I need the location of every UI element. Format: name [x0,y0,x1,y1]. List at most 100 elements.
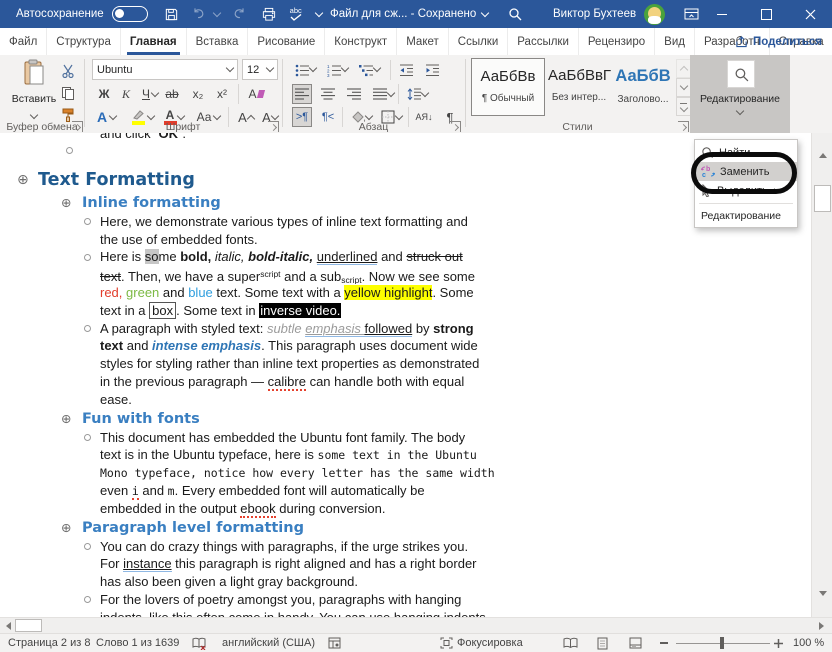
doc-line[interactable]: For the lovers of poetry amongst you, pa… [0,591,508,609]
doc-line[interactable]: indents, like this often come in handy. … [0,609,508,617]
scroll-right-button[interactable] [812,618,830,633]
doc-line[interactable]: ease. [0,391,508,409]
numbered-list-button[interactable]: 123 [324,60,344,80]
italic-button[interactable]: К [116,84,136,104]
subscript-button[interactable]: x₂ [188,84,208,104]
horizontal-scroll-thumb[interactable] [15,619,42,632]
styles-scroll-up-button[interactable] [676,59,691,78]
doc-line[interactable]: red, green and blue text. Some text with… [0,284,508,302]
paste-button[interactable]: Вставить [8,59,60,123]
align-right-button[interactable] [344,84,364,104]
vertical-scrollbar[interactable] [811,133,832,617]
multilevel-list-button[interactable] [356,60,376,80]
undo-icon[interactable] [191,7,206,21]
doc-line[interactable]: and click “OK”. [0,133,508,143]
print-layout-button[interactable] [597,634,608,652]
quick-access-more-icon[interactable] [315,8,323,16]
ribbon-display-options-icon[interactable] [684,8,699,20]
zoom-level[interactable]: 100 % [793,634,824,652]
horizontal-scrollbar[interactable] [0,617,832,633]
save-icon[interactable] [164,7,179,22]
ribbon-tab[interactable]: Конструкт [325,28,397,55]
undo-dropdown-icon[interactable] [212,8,220,16]
ribbon-tab[interactable]: Главная [121,28,187,55]
clear-formatting-button[interactable]: А [246,84,266,104]
doc-line[interactable]: text. Then, we have a superscript and a … [0,266,508,284]
document-page[interactable]: and click “OK”. Text FormattingInline for… [0,133,508,617]
align-center-button[interactable] [318,84,338,104]
superscript-button[interactable]: x² [212,84,232,104]
minimize-button[interactable] [700,0,744,28]
style-card-normal[interactable]: АаБбВв ¶ Обычный [471,58,545,116]
ribbon-tab[interactable]: Рецензиро [579,28,655,55]
doc-line[interactable]: text and intense emphasis. This paragrap… [0,337,508,355]
doc-line[interactable]: Mono typeface, notice how every letter h… [0,464,508,482]
avatar[interactable] [644,4,665,25]
doc-line[interactable]: text in a box. Some text in inverse vide… [0,302,508,320]
macro-record-icon[interactable] [328,634,341,652]
zoom-slider-thumb[interactable] [720,637,724,649]
vertical-scroll-thumb[interactable] [814,185,831,212]
saved-status-dropdown-icon[interactable] [481,8,489,16]
style-card-no-spacing[interactable]: АаБбВвГ Без интер... [548,58,610,116]
doc-line[interactable]: A paragraph with styled text: subtle emp… [0,320,508,338]
cut-button[interactable] [58,61,78,81]
doc-line[interactable]: This document has embedded the Ubuntu fo… [0,429,508,447]
ribbon-tab[interactable]: Вид [655,28,695,55]
scroll-left-button[interactable] [1,618,15,633]
read-mode-button[interactable] [563,634,578,652]
page-indicator[interactable]: Страница 2 из 8 [8,634,90,652]
zoom-in-button[interactable] [774,634,783,652]
ribbon-tab[interactable]: Файл [0,28,47,55]
doc-line[interactable]: Here, we demonstrate various types of in… [0,213,508,231]
maximize-button[interactable] [744,0,788,28]
align-left-button[interactable] [292,84,312,104]
strikethrough-button[interactable]: ab [162,84,182,104]
styles-scroll-down-button[interactable] [676,78,691,97]
ribbon-tab[interactable]: Макет [397,28,449,55]
copy-button[interactable] [58,83,78,103]
doc-line[interactable]: Text Formatting [0,167,508,193]
scroll-down-button[interactable] [814,585,831,601]
share-button[interactable]: Поделиться [735,28,822,55]
zoom-slider[interactable] [676,634,770,652]
font-dialog-launcher[interactable] [268,121,279,132]
doc-line[interactable]: has also been given a light gray backgro… [0,573,508,591]
editing-group-button[interactable]: Редактирование [690,55,790,133]
web-layout-button[interactable] [629,634,642,652]
quick-print-icon[interactable] [261,7,277,22]
close-button[interactable] [788,0,832,28]
doc-line[interactable] [0,143,508,159]
decrease-indent-button[interactable] [396,60,416,80]
doc-line[interactable]: Fun with fonts [0,409,508,429]
highlight-dropdown-icon[interactable] [147,112,155,120]
doc-line[interactable]: Inline formatting [0,193,508,213]
change-case-dropdown-icon[interactable] [213,112,221,120]
word-count[interactable]: Слово 1 из 1639 [96,634,179,652]
bullet-list-button[interactable] [292,60,312,80]
doc-line[interactable]: Here is some bold, italic, bold-italic, … [0,248,508,266]
ribbon-tab[interactable]: Рассылки [508,28,579,55]
user-name[interactable]: Виктор Бухтеев [553,8,636,20]
scroll-up-button[interactable] [814,147,831,163]
zoom-out-button[interactable] [660,634,668,652]
doc-line[interactable]: the use of embedded fonts. [0,231,508,249]
increase-indent-button[interactable] [422,60,442,80]
document-title[interactable]: Файл для сж... - Сохранено [330,8,476,20]
doc-line[interactable]: styles for styling rather than inline te… [0,355,508,373]
clipboard-dialog-launcher[interactable] [72,121,83,132]
redo-icon[interactable] [232,7,247,21]
document-area[interactable]: and click “OK”. Text FormattingInline for… [0,133,811,617]
font-size-combo[interactable]: 12 [242,59,278,80]
doc-line[interactable]: You can do crazy things with paragraphs,… [0,538,508,556]
paragraph-dialog-launcher[interactable] [450,121,461,132]
ribbon-tab[interactable]: Ссылки [449,28,509,55]
autosave-toggle[interactable] [112,6,148,22]
doc-line[interactable]: in the previous paragraph — calibre can … [0,373,508,391]
ribbon-tab[interactable]: Рисование [248,28,325,55]
font-name-combo[interactable]: Ubuntu [92,59,238,80]
style-card-heading1[interactable]: АаБбВ Заголово... [613,58,673,116]
language-indicator[interactable]: английский (США) [222,634,315,652]
doc-line[interactable]: embedded in the output ebook during conv… [0,500,508,518]
search-icon[interactable] [508,7,522,21]
